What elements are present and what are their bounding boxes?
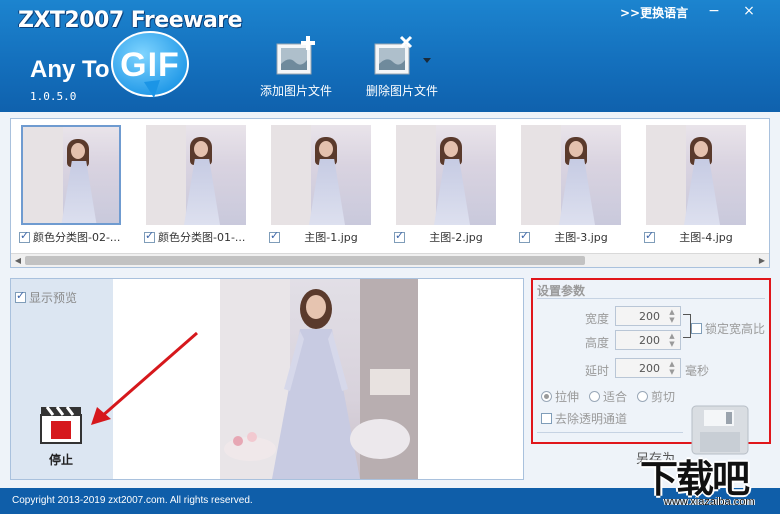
radio-icon[interactable]: [589, 391, 600, 402]
lock-ratio-label: 锁定宽高比: [705, 322, 766, 336]
delay-value: 200: [639, 362, 660, 375]
app-window: ZXT2007 Freeware Any To GIF 1.0.5.0 >>更换…: [0, 0, 780, 514]
spinner-arrows-icon[interactable]: ▲ ▼: [666, 308, 678, 324]
thumbnail-filename: 主图-1.jpg: [304, 231, 358, 244]
link-bracket: [683, 314, 691, 338]
settings-divider: [537, 298, 765, 299]
stop-label: 停止: [48, 453, 73, 467]
radio-icon[interactable]: [637, 391, 648, 402]
preview-image: [220, 279, 418, 479]
logo-prefix: Any To: [30, 56, 110, 83]
mode-fit-label: 适合: [603, 390, 628, 404]
thumbnail-checkbox[interactable]: [144, 229, 155, 243]
remove-alpha-checkbox[interactable]: 去除透明通道: [541, 410, 627, 427]
thumbnail-item[interactable]: 颜色分类图-02-...: [15, 123, 133, 244]
delay-label: 延时: [585, 364, 610, 378]
remove-image-button[interactable]: 删除图片文件: [352, 34, 452, 99]
minimize-button[interactable]: −: [700, 2, 728, 20]
scroll-thumb[interactable]: [25, 256, 585, 265]
logo-word: GIF: [120, 46, 180, 84]
add-image-label: 添加图片文件: [259, 84, 332, 98]
thumbnail-image[interactable]: [521, 125, 621, 225]
preview-photo: [220, 279, 418, 479]
mode-stretch-radio[interactable]: 拉伸: [541, 388, 579, 405]
mode-fit-radio[interactable]: 适合: [589, 388, 627, 405]
thumbnail-image[interactable]: [21, 125, 121, 225]
mode-crop-radio[interactable]: 剪切: [637, 388, 675, 405]
header-bar: ZXT2007 Freeware Any To GIF 1.0.5.0 >>更换…: [0, 0, 780, 112]
thumbnail-image[interactable]: [146, 125, 246, 225]
width-spinner[interactable]: 200 ▲ ▼: [615, 306, 681, 326]
show-preview-checkbox[interactable]: 显示预览: [15, 289, 77, 306]
thumbnail-caption: 颜色分类图-02-...: [19, 229, 137, 245]
show-preview-label: 显示预览: [29, 291, 78, 305]
copyright-text: Copyright 2013-2019 zxt2007.com. All rig…: [12, 495, 253, 506]
thumbnail-caption: 主图-3.jpg: [519, 229, 637, 245]
delay-spinner[interactable]: 200 ▲ ▼: [615, 358, 681, 378]
mode-stretch-label: 拉伸: [555, 390, 580, 404]
height-value: 200: [639, 334, 660, 347]
thumbnail-filename: 主图-2.jpg: [429, 231, 483, 244]
thumbnail-caption: 主图-1.jpg: [269, 229, 387, 245]
thumbnail-checkbox[interactable]: [269, 229, 280, 243]
thumbnail-image[interactable]: [396, 125, 496, 225]
thumbnail-item[interactable]: 主图-3.jpg: [515, 123, 633, 244]
remove-image-icon: [374, 35, 431, 75]
checkbox-icon[interactable]: [541, 413, 552, 424]
stop-button[interactable]: 停止: [39, 405, 83, 468]
thumbnail-filename: 颜色分类图-01-...: [158, 231, 246, 244]
thumbnail-caption: 颜色分类图-01-...: [144, 229, 262, 245]
thumbnail-item[interactable]: 主图-1.jpg: [265, 123, 383, 244]
add-image-icon: [276, 36, 315, 75]
thumbnail-caption: 主图-4.jpg: [644, 229, 762, 245]
thumbnail-checkbox[interactable]: [644, 229, 655, 243]
clapperboard-stop-icon: [40, 406, 82, 444]
mode-crop-label: 剪切: [651, 390, 676, 404]
checkbox-icon[interactable]: [15, 289, 26, 303]
thumbnail-strip[interactable]: 颜色分类图-02-... 颜色分类图-01-... 主图-1.jpg 主图-2.…: [10, 118, 770, 268]
thumbnail-caption: 主图-2.jpg: [394, 229, 512, 245]
radio-icon[interactable]: [541, 391, 552, 402]
thumbnail-filename: 主图-4.jpg: [679, 231, 733, 244]
preview-panel: 显示预览 停止: [10, 278, 524, 480]
settings-title: 设置参数: [537, 284, 586, 298]
height-label: 高度: [585, 336, 610, 350]
remove-alpha-label: 去除透明通道: [555, 412, 628, 426]
width-label: 宽度: [585, 312, 610, 326]
thumbnail-checkbox[interactable]: [519, 229, 530, 243]
spinner-arrows-icon[interactable]: ▲ ▼: [666, 360, 678, 376]
watermark-logo: 下载吧: [640, 457, 750, 501]
thumbnail-checkbox[interactable]: [19, 229, 30, 243]
lock-ratio-checkbox[interactable]: 锁定宽高比: [691, 320, 765, 337]
thumbnail-image[interactable]: [646, 125, 746, 225]
thumbnail-filename: 颜色分类图-02-...: [33, 231, 121, 244]
scroll-right-icon[interactable]: ▶: [756, 255, 768, 267]
thumbnail-item[interactable]: 主图-4.jpg: [640, 123, 758, 244]
site-watermark: 下载吧 www.xiazaiba.com: [640, 448, 778, 514]
settings-bottom-divider: [537, 432, 683, 433]
watermark-url: www.xiazaiba.com: [664, 496, 755, 508]
thumbnail-image[interactable]: [271, 125, 371, 225]
add-image-button[interactable]: 添加图片文件: [246, 34, 346, 99]
scroll-left-icon[interactable]: ◀: [12, 255, 24, 267]
change-language-link[interactable]: >>更换语言: [620, 4, 688, 21]
height-spinner[interactable]: 200 ▲ ▼: [615, 330, 681, 350]
thumbnail-item[interactable]: 颜色分类图-01-...: [140, 123, 258, 244]
version-label: 1.0.5.0: [30, 90, 77, 103]
remove-image-label: 删除图片文件: [365, 84, 438, 98]
width-value: 200: [639, 310, 660, 323]
close-button[interactable]: ×: [735, 2, 763, 20]
thumbnail-checkbox[interactable]: [394, 229, 405, 243]
thumbnail-filename: 主图-3.jpg: [554, 231, 608, 244]
horizontal-scrollbar[interactable]: ◀ ▶: [11, 253, 769, 267]
spinner-arrows-icon[interactable]: ▲ ▼: [666, 332, 678, 348]
red-arrow-annotation: [91, 331, 198, 425]
delay-unit: 毫秒: [685, 364, 710, 378]
thumbnail-item[interactable]: 主图-2.jpg: [390, 123, 508, 244]
checkbox-icon[interactable]: [691, 323, 702, 334]
